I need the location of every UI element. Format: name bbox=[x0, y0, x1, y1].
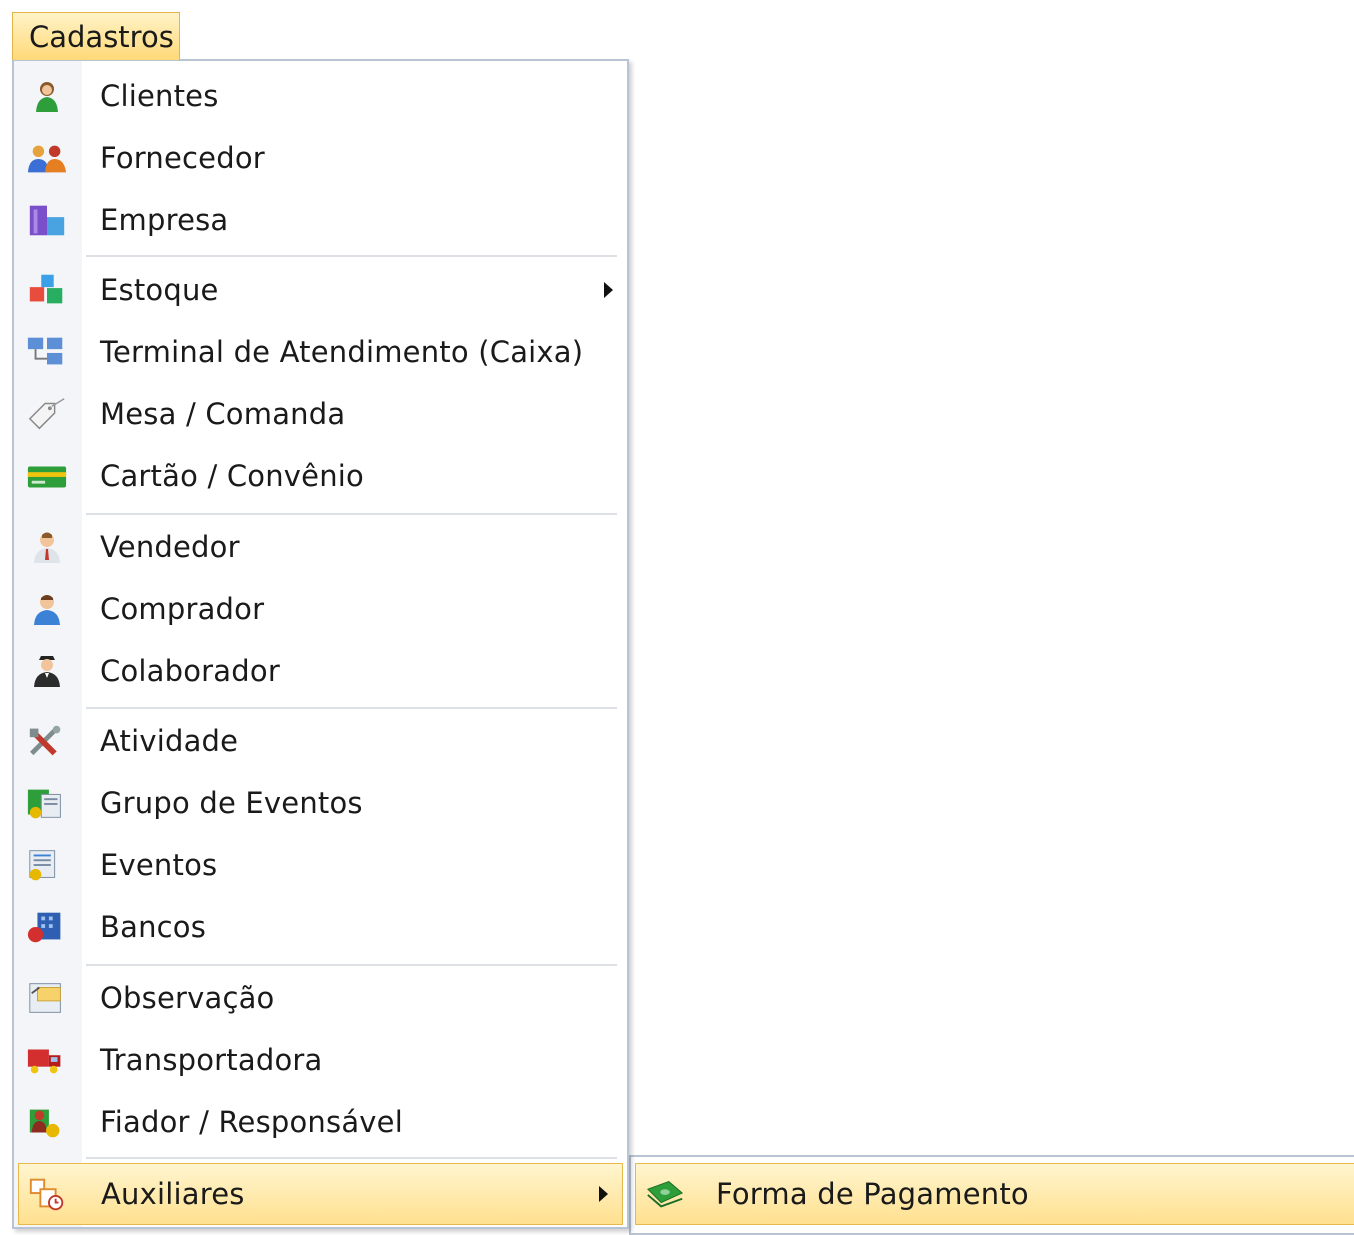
truck-icon bbox=[26, 1043, 68, 1077]
menu-item-grupo-eventos[interactable]: Grupo de Eventos bbox=[14, 773, 627, 833]
menu-item-eventos[interactable]: Eventos bbox=[14, 835, 627, 895]
menu-item-label: Fornecedor bbox=[100, 141, 265, 175]
auxiliary-icon bbox=[27, 1177, 69, 1211]
bank-icon bbox=[26, 910, 68, 944]
menu-item-label: Bancos bbox=[100, 910, 207, 944]
buyer-icon bbox=[26, 592, 68, 626]
submenu-arrow-icon bbox=[599, 1186, 608, 1202]
tag-icon bbox=[26, 397, 68, 431]
menu-item-label: Observação bbox=[100, 981, 275, 1015]
collaborator-icon bbox=[26, 654, 68, 688]
auxiliares-submenu: Forma de Pagamento bbox=[629, 1155, 1354, 1235]
event-group-icon bbox=[26, 786, 68, 820]
menu-separator bbox=[86, 707, 617, 709]
menu-item-label: Auxiliares bbox=[101, 1177, 245, 1211]
card-icon bbox=[26, 459, 68, 493]
menu-item-label: Comprador bbox=[100, 592, 265, 626]
submenu-item-forma-pagamento[interactable]: Forma de Pagamento bbox=[635, 1163, 1354, 1225]
boxes-icon bbox=[26, 273, 68, 307]
menu-item-estoque[interactable]: Estoque bbox=[14, 260, 627, 320]
menu-item-mesa-comanda[interactable]: Mesa / Comanda bbox=[14, 384, 627, 444]
menu-item-vendedor[interactable]: Vendedor bbox=[14, 517, 627, 577]
user-green-icon bbox=[26, 79, 68, 113]
menu-item-label: Atividade bbox=[100, 724, 239, 758]
menu-item-label: Eventos bbox=[100, 848, 218, 882]
menu-item-label: Fiador / Responsável bbox=[100, 1105, 403, 1139]
menu-item-label: Estoque bbox=[100, 273, 219, 307]
money-icon bbox=[644, 1177, 686, 1211]
menu-item-label: Vendedor bbox=[100, 530, 240, 564]
network-terminals-icon bbox=[26, 335, 68, 369]
salesperson-icon bbox=[26, 530, 68, 564]
users-pair-icon bbox=[26, 141, 68, 175]
menu-item-comprador[interactable]: Comprador bbox=[14, 579, 627, 639]
menu-item-bancos[interactable]: Bancos bbox=[14, 897, 627, 957]
menu-item-label: Mesa / Comanda bbox=[100, 397, 346, 431]
menu-separator bbox=[86, 255, 617, 257]
cadastros-dropdown-menu: Clientes Fornecedor Empresa Estoque Term… bbox=[12, 59, 629, 1229]
menu-separator bbox=[86, 1157, 617, 1159]
menu-item-terminal-atendimento[interactable]: Terminal de Atendimento (Caixa) bbox=[14, 322, 627, 382]
menu-item-fiador-responsavel[interactable]: Fiador / Responsável bbox=[14, 1092, 627, 1152]
tools-icon bbox=[26, 724, 68, 758]
menu-item-label: Transportadora bbox=[100, 1043, 323, 1077]
events-icon bbox=[26, 848, 68, 882]
menu-item-label: Terminal de Atendimento (Caixa) bbox=[100, 335, 584, 369]
menu-item-auxiliares[interactable]: Auxiliares bbox=[18, 1163, 623, 1225]
submenu-arrow-icon bbox=[604, 282, 613, 298]
menu-item-label: Clientes bbox=[100, 79, 219, 113]
building-icon bbox=[26, 203, 68, 237]
menu-item-label: Cartão / Convênio bbox=[100, 459, 364, 493]
menubar-cadastros[interactable]: Cadastros bbox=[12, 12, 180, 60]
menu-item-atividade[interactable]: Atividade bbox=[14, 711, 627, 771]
submenu-item-label: Forma de Pagamento bbox=[716, 1177, 1029, 1211]
menu-item-cartao-convenio[interactable]: Cartão / Convênio bbox=[14, 446, 627, 506]
menu-item-observacao[interactable]: Observação bbox=[14, 968, 627, 1028]
menu-item-clientes[interactable]: Clientes bbox=[14, 66, 627, 126]
menu-item-fornecedor[interactable]: Fornecedor bbox=[14, 128, 627, 188]
menu-item-label: Colaborador bbox=[100, 654, 280, 688]
note-icon bbox=[26, 981, 68, 1015]
menu-item-transportadora[interactable]: Transportadora bbox=[14, 1030, 627, 1090]
menu-separator bbox=[86, 513, 617, 515]
menu-item-label: Empresa bbox=[100, 203, 229, 237]
menu-item-colaborador[interactable]: Colaborador bbox=[14, 641, 627, 701]
guarantor-icon bbox=[26, 1105, 68, 1139]
menu-item-empresa[interactable]: Empresa bbox=[14, 190, 627, 250]
menu-item-label: Grupo de Eventos bbox=[100, 786, 363, 820]
menubar-label: Cadastros bbox=[29, 20, 174, 54]
menu-separator bbox=[86, 964, 617, 966]
